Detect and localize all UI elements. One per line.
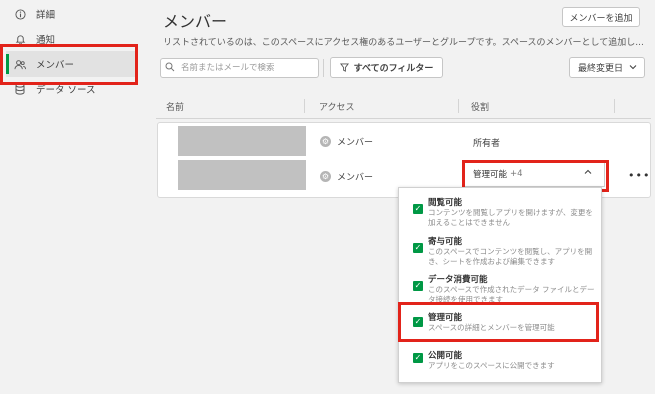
sidebar-item-members[interactable]: メンバー: [6, 51, 137, 77]
role-option-title: 閲覧可能: [428, 198, 463, 208]
sidebar-item-label: データ ソース: [36, 85, 96, 96]
sidebar-item-label: 詳細: [36, 10, 56, 21]
member-name-redacted: [178, 160, 306, 190]
column-header-access[interactable]: アクセス: [319, 100, 355, 113]
role-option-description: コンテンツを閲覧しアプリを開けますが、変更を加えることはできません: [428, 208, 593, 227]
role-option-title: データ消費可能: [428, 275, 488, 285]
table-header: 名前 アクセス 役割: [156, 96, 651, 118]
add-member-button[interactable]: メンバーを追加: [562, 7, 640, 27]
column-divider: [614, 99, 615, 113]
more-actions-button[interactable]: •••: [628, 169, 650, 182]
table-header-divider: [156, 118, 651, 119]
role-option-description: このスペースで作成されたデータ ファイルとデータ接続を使用できます: [428, 285, 595, 304]
column-divider: [458, 99, 459, 113]
role-select-value: 管理可能: [473, 170, 508, 180]
sidebar-item-label: メンバー: [36, 60, 75, 71]
role-option-title: 寄与可能: [428, 237, 463, 247]
database-icon: [14, 83, 26, 95]
role-option-title: 公開可能: [428, 351, 463, 361]
role-select[interactable]: 管理可能 +4: [463, 161, 605, 187]
search-field[interactable]: [160, 58, 319, 78]
page-description: リストされているのは、このスペースにアクセス権のあるユーザーとグループです。スペ…: [163, 38, 643, 48]
role-option-description: このスペースでコンテンツを閲覧し、アプリを開き、シートを作成および編集できます: [428, 247, 593, 266]
access-label: メンバー: [337, 173, 374, 183]
search-input[interactable]: [181, 63, 311, 73]
checkbox-checked-icon[interactable]: ✓: [413, 317, 423, 327]
role-option-title: 管理可能: [428, 313, 463, 323]
toolbar-divider: [323, 59, 324, 77]
column-divider: [304, 99, 305, 113]
role-extra-count: +4: [510, 169, 523, 179]
sidebar-item-notifications[interactable]: 通知: [6, 26, 137, 52]
filter-button-label: すべてのフィルター: [353, 64, 434, 74]
sidebar-item-data-sources[interactable]: データ ソース: [6, 76, 137, 102]
bell-icon: [14, 33, 26, 45]
info-icon: [14, 8, 26, 20]
checkbox-checked-icon[interactable]: ✓: [413, 281, 423, 291]
search-icon: [165, 62, 177, 75]
filter-icon: [339, 63, 349, 72]
sidebar-item-label: 通知: [36, 35, 56, 46]
sidebar: 詳細 通知 メンバー データ ソース: [0, 0, 146, 394]
column-header-name[interactable]: 名前: [166, 100, 184, 113]
filter-button[interactable]: すべてのフィルター: [330, 57, 443, 78]
chevron-up-icon: [584, 168, 592, 179]
chevron-down-icon: [629, 63, 637, 74]
page-title: メンバー: [163, 12, 228, 31]
member-access: ⚙ メンバー: [320, 135, 373, 148]
access-label: メンバー: [337, 138, 374, 148]
role-dropdown-menu: ✓ 閲覧可能 コンテンツを閲覧しアプリを開けますが、変更を加えることはできません…: [398, 187, 602, 383]
column-header-role[interactable]: 役割: [471, 100, 489, 113]
sort-select-value: 最終変更日: [578, 64, 624, 74]
members-icon: [14, 58, 26, 70]
gear-icon: ⚙: [320, 171, 331, 182]
checkbox-checked-icon[interactable]: ✓: [413, 204, 423, 214]
role-option-description: アプリをこのスペースに公開できます: [428, 361, 555, 370]
member-access: ⚙ メンバー: [320, 170, 373, 183]
sort-select[interactable]: 最終変更日: [569, 57, 645, 78]
member-name-redacted: [178, 126, 306, 156]
member-role: 所有者: [473, 139, 501, 149]
role-option-description: スペースの詳細とメンバーを管理可能: [428, 323, 555, 332]
sidebar-item-details[interactable]: 詳細: [6, 1, 137, 27]
gear-icon: ⚙: [320, 136, 331, 147]
checkbox-checked-icon[interactable]: ✓: [413, 353, 423, 363]
checkbox-checked-icon[interactable]: ✓: [413, 243, 423, 253]
